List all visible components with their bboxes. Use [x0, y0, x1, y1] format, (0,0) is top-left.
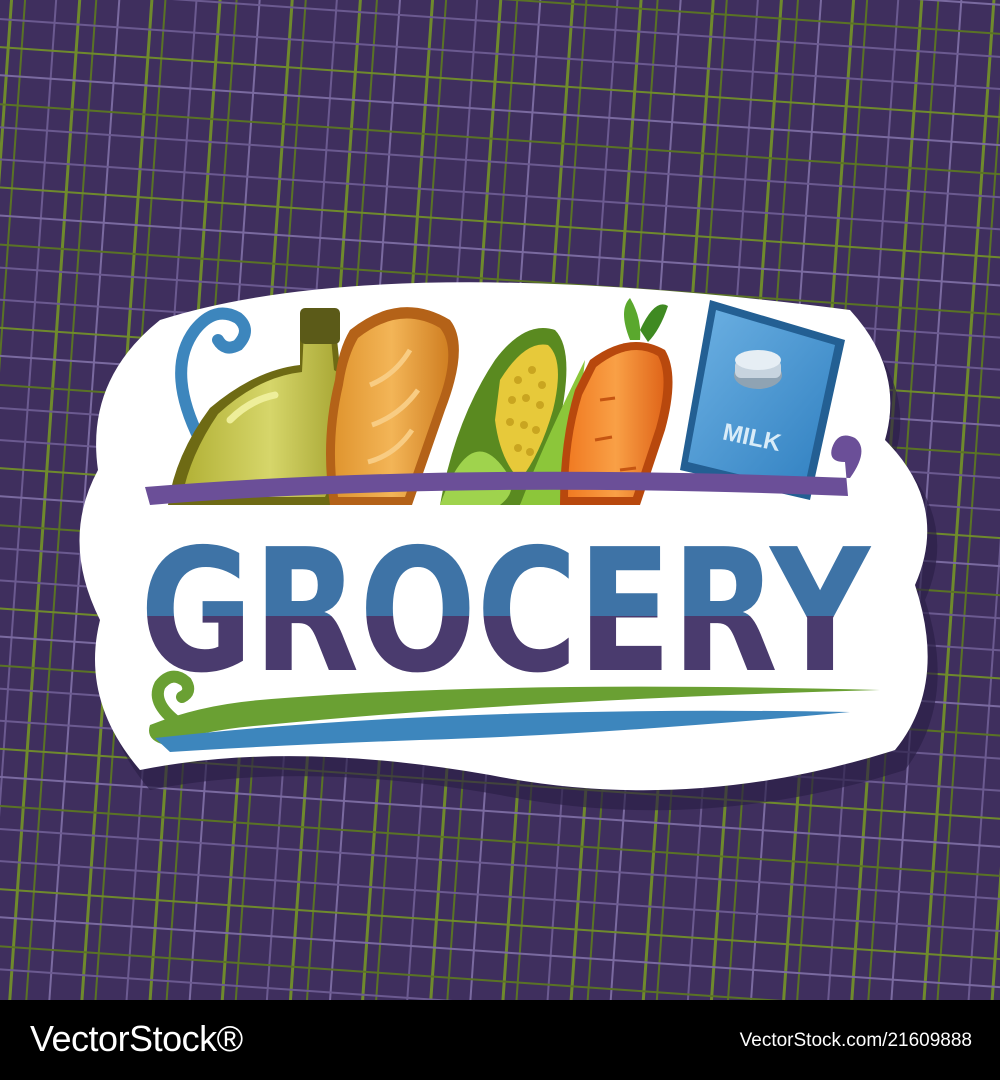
stock-footer: VectorStock® VectorStock.com/21609888	[0, 1000, 1000, 1080]
grocery-sign-artwork: MILK GROCERY	[0, 0, 1000, 1000]
vectorstock-brand: VectorStock®	[30, 1018, 243, 1059]
image-credit: VectorStock.com/21609888	[739, 1030, 972, 1051]
grocery-title: GROCERY	[140, 513, 872, 711]
